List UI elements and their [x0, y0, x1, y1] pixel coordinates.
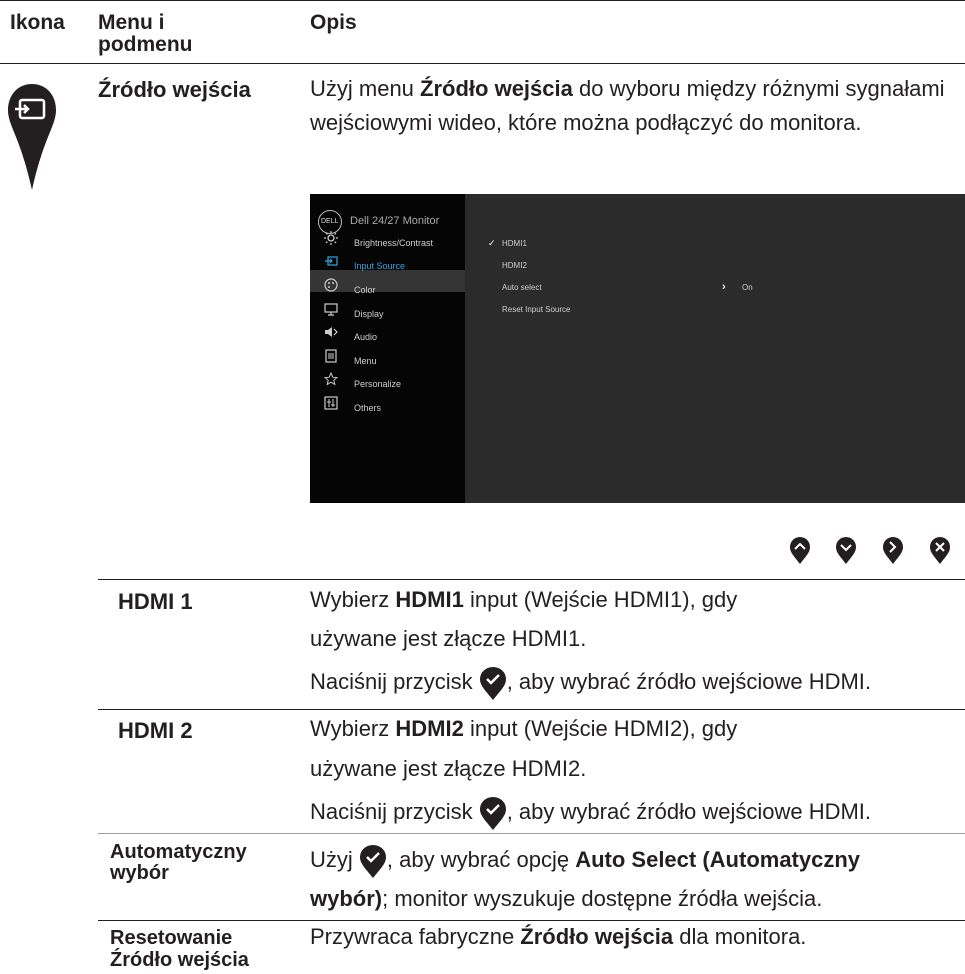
osd-menu-others[interactable]: Others: [354, 403, 381, 413]
check-button-icon: [359, 845, 387, 879]
input-source-menu-icon: [324, 254, 338, 268]
main-desc-pre: Użyj menu: [310, 76, 421, 101]
hdmi1-line2: używane jest złącze HDMI1.: [310, 626, 587, 651]
osd-menu-color[interactable]: Color: [354, 285, 376, 295]
osd-screenshot: DELL Dell 24/27 Monitor Brightness/Contr…: [310, 194, 965, 503]
hdmi2-l1-pre: Wybierz: [310, 716, 396, 741]
top-rule: [0, 0, 965, 1]
hdmi2-l1-bold: HDMI2: [395, 716, 464, 741]
hdmi2-line1: Wybierz HDMI2 input (Wejście HDMI2), gdy: [310, 712, 965, 746]
header-desc: Opis: [310, 11, 357, 34]
osd-option-auto-select[interactable]: Auto select: [502, 283, 542, 293]
reset-l1-post: dla monitora.: [673, 924, 807, 949]
osd-auto-value: On: [742, 283, 753, 292]
main-desc: Użyj menu Źródło wejścia do wyboru międz…: [310, 72, 960, 140]
auto-l2-bold: wybór): [310, 886, 383, 911]
hdmi2-l3-pre: Naciśnij przycisk: [310, 799, 479, 824]
main-title: Źródło wejścia: [98, 77, 251, 102]
check-button-icon: [479, 667, 507, 701]
osd-option-hdmi2[interactable]: HDMI2: [502, 261, 527, 271]
auto-l2-post: ; monitor wyszukuje dostępne źródła wejś…: [382, 886, 823, 911]
header-icon: Ikona: [10, 11, 65, 34]
osd-menu-input-source[interactable]: Input Source: [354, 261, 405, 271]
down-button-icon[interactable]: [835, 537, 857, 565]
brightness-icon: [324, 231, 338, 245]
input-source-icon: [6, 80, 58, 200]
row-rule-1: [98, 579, 965, 580]
close-button-icon[interactable]: [929, 537, 951, 565]
auto-l1-mid: , aby wybrać opcję: [386, 847, 576, 872]
menu-icon: [324, 349, 338, 363]
hdmi1-l3-post: , aby wybrać źródło wejściowe HDMI.: [506, 669, 872, 694]
hdmi2-line3: Naciśnij przycisk , aby wybrać źródło we…: [310, 795, 871, 831]
checkmark-icon: ✓: [488, 238, 496, 248]
auto-l1-bold: Auto Select (Automatyczny: [575, 847, 861, 872]
right-button-icon[interactable]: [882, 537, 904, 565]
hdmi2-line2: używane jest złącze HDMI2.: [310, 756, 587, 781]
hdmi1-l1-post: input (Wejście HDMI1), gdy: [463, 587, 738, 612]
hdmi1-line1: Wybierz HDMI1 input (Wejście HDMI1), gdy: [310, 583, 965, 617]
row-rule-2: [98, 709, 965, 710]
osd-menu-menu[interactable]: Menu: [354, 356, 377, 366]
auto-label-1: Automatyczny: [110, 841, 247, 863]
reset-line1: Przywraca fabryczne Źródło wejścia dla m…: [310, 920, 806, 954]
header-menu: Menu i podmenu: [98, 11, 193, 56]
reset-label-2: Źródło wejścia: [110, 949, 249, 971]
hdmi1-l1-bold: HDMI1: [395, 587, 464, 612]
hdmi2-label: HDMI 2: [118, 718, 193, 743]
hdmi1-l1-pre: Wybierz: [310, 587, 396, 612]
osd-option-reset[interactable]: Reset Input Source: [502, 305, 570, 315]
dell-logo-text: DELL: [321, 218, 339, 225]
reset-label-1: Resetowanie: [110, 927, 233, 949]
row-rule-3: [98, 833, 965, 834]
main-desc-bold: Źródło wejścia: [420, 76, 573, 101]
auto-label: Automatyczny wybór: [110, 842, 247, 884]
header-rule: [0, 63, 965, 64]
reset-l1-pre: Przywraca fabryczne: [310, 924, 521, 949]
osd-option-hdmi1[interactable]: HDMI1: [502, 239, 527, 249]
hdmi2-l1-post: input (Wejście HDMI2), gdy: [463, 716, 738, 741]
auto-line2: wybór); monitor wyszukuje dostępne źródł…: [310, 882, 822, 916]
star-icon: [324, 372, 338, 386]
reset-l1-bold: Źródło wejścia: [520, 924, 674, 949]
osd-options-panel: [465, 194, 965, 503]
osd-menu-display[interactable]: Display: [354, 309, 384, 319]
display-icon: [324, 302, 338, 316]
hdmi2-l3-post: , aby wybrać źródło wejściowe HDMI.: [506, 799, 872, 824]
auto-line1: Użyj , aby wybrać opcję Auto Select (Aut…: [310, 843, 860, 879]
others-icon: [324, 396, 338, 410]
osd-menu-audio[interactable]: Audio: [354, 332, 377, 342]
osd-menu-brightness[interactable]: Brightness/Contrast: [354, 238, 433, 248]
audio-icon: [324, 325, 338, 339]
hdmi1-label: HDMI 1: [118, 589, 193, 614]
check-button-icon: [479, 797, 507, 831]
osd-menu-personalize[interactable]: Personalize: [354, 379, 401, 389]
hdmi1-line3: Naciśnij przycisk , aby wybrać źródło we…: [310, 665, 871, 701]
color-icon: [324, 278, 338, 292]
reset-label: Resetowanie Źródło wejścia: [110, 927, 249, 971]
auto-label-2: wybór: [110, 862, 169, 884]
up-button-icon[interactable]: [789, 537, 811, 565]
chevron-right-icon: ›: [722, 281, 726, 293]
osd-model: Dell 24/27 Monitor: [350, 215, 440, 227]
hdmi1-l3-pre: Naciśnij przycisk: [310, 669, 479, 694]
auto-l1-pre: Użyj: [310, 847, 359, 872]
